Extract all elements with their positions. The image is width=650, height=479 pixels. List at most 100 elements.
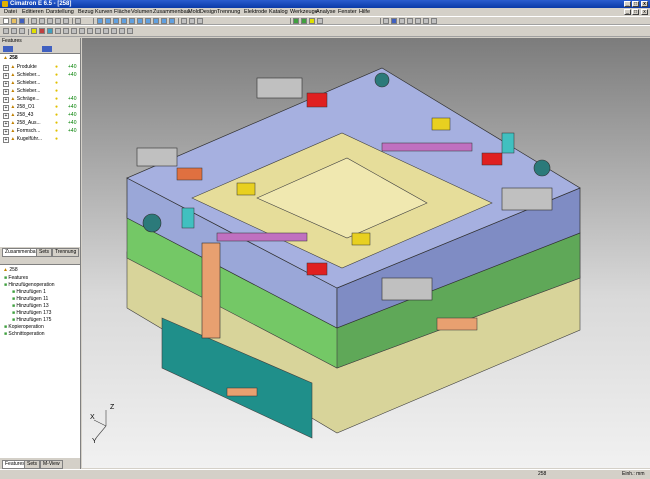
view-fit-icon[interactable] xyxy=(97,18,103,24)
help-icon[interactable] xyxy=(75,18,81,24)
feature-item[interactable]: + ▲ 258_O1 ● +40 xyxy=(3,103,76,111)
minimize-button[interactable]: _ xyxy=(624,1,631,7)
feature-label: 258_43 xyxy=(16,112,34,118)
table-icon[interactable] xyxy=(383,18,389,24)
save-icon[interactable] xyxy=(19,18,25,24)
feature-item[interactable]: + ▲ Schieber... ● +40 xyxy=(3,71,76,79)
menu-darstellung[interactable]: Darstellung xyxy=(46,8,74,16)
feature-item[interactable]: + ▲ Kugelführ... ● xyxy=(3,135,58,143)
view-front-icon[interactable] xyxy=(129,18,135,24)
doc-close-button[interactable]: x xyxy=(641,9,648,15)
tree-root[interactable]: ▲ 258 xyxy=(3,266,18,274)
open-file-icon[interactable] xyxy=(11,18,17,24)
expand-icon[interactable]: + xyxy=(3,137,9,143)
part-icon: ▲ xyxy=(10,104,16,110)
menu-analyse[interactable]: Analyse xyxy=(316,8,336,16)
menu-hilfe[interactable]: Hilfe xyxy=(359,8,370,16)
feature-item[interactable]: + ▲ Schieber... ● xyxy=(3,87,58,95)
snap-icon[interactable] xyxy=(301,18,307,24)
runner-icon[interactable] xyxy=(103,28,109,34)
menu-elektrode[interactable]: Elektrode xyxy=(244,8,267,16)
view-pan-icon[interactable] xyxy=(113,18,119,24)
features-tabs: Zusammenbau Sets Trennung xyxy=(0,247,80,257)
view-zoom-icon[interactable] xyxy=(105,18,111,24)
view-rotate-icon[interactable] xyxy=(121,18,127,24)
tab-sets-2[interactable]: Sets xyxy=(24,460,41,469)
cut-icon[interactable] xyxy=(31,18,37,24)
catalog-icon[interactable] xyxy=(119,28,125,34)
menu-flaeche[interactable]: Fläche xyxy=(114,8,131,16)
mold-tool-icon[interactable] xyxy=(31,28,37,34)
color-icon[interactable] xyxy=(391,18,397,24)
feature-item[interactable]: + ▲ Schräge... ● +40 xyxy=(3,95,76,103)
view-wire-icon[interactable] xyxy=(169,18,175,24)
feature-item[interactable]: + ▲ Schieber... ● xyxy=(3,79,58,87)
cooling-icon[interactable] xyxy=(47,28,53,34)
feature-item[interactable]: + ▲ 258_43 ● +40 xyxy=(3,111,76,119)
plate-icon[interactable] xyxy=(71,28,77,34)
bolt-icon[interactable] xyxy=(79,28,85,34)
features-root[interactable]: ▲ 258 xyxy=(3,54,18,62)
doc-minimize-button[interactable]: _ xyxy=(624,9,631,15)
menu-kurven[interactable]: Kurven xyxy=(95,8,112,16)
menu-zusammenbau[interactable]: Zusammenbau xyxy=(153,8,190,16)
menu-molddesign[interactable]: MoldDesign xyxy=(188,8,217,16)
slider-icon[interactable] xyxy=(55,28,61,34)
menu-trennung[interactable]: Trennung xyxy=(217,8,240,16)
tree-item[interactable]: ■ Schnittoperation xyxy=(4,330,45,338)
feature-item[interactable]: + ▲ Produkte ● +40 xyxy=(3,63,76,71)
feature-item[interactable]: + ▲ Formsch... ● +40 xyxy=(3,127,76,135)
view-iso-icon[interactable] xyxy=(153,18,159,24)
render-icon[interactable] xyxy=(399,18,405,24)
view-top-icon[interactable] xyxy=(137,18,143,24)
ejector-icon[interactable] xyxy=(39,28,45,34)
view-shade-icon[interactable] xyxy=(161,18,167,24)
forward-arrow-icon[interactable] xyxy=(42,46,52,52)
show-icon[interactable] xyxy=(431,18,437,24)
menu-datei[interactable]: Datei xyxy=(4,8,17,16)
dim-icon[interactable] xyxy=(3,28,9,34)
maximize-button[interactable]: □ xyxy=(632,1,639,7)
explode-icon[interactable] xyxy=(415,18,421,24)
library-icon[interactable] xyxy=(127,28,133,34)
insert-icon[interactable] xyxy=(63,28,69,34)
menu-volumen[interactable]: Volumen xyxy=(131,8,152,16)
redo-icon[interactable] xyxy=(63,18,69,24)
select-icon[interactable] xyxy=(197,18,203,24)
tab-trennung[interactable]: Trennung xyxy=(52,248,80,257)
sprue-icon[interactable] xyxy=(111,28,117,34)
pin-icon[interactable] xyxy=(87,28,93,34)
graphics-viewport[interactable]: Z X Y xyxy=(82,38,650,468)
back-arrow-icon[interactable] xyxy=(3,46,13,52)
tree-label: Schnittoperation xyxy=(8,331,45,337)
grid-icon[interactable] xyxy=(293,18,299,24)
part-icon: ▲ xyxy=(10,64,16,70)
view-side-icon[interactable] xyxy=(145,18,151,24)
sketch-icon[interactable] xyxy=(19,28,25,34)
filter-icon[interactable] xyxy=(189,18,195,24)
features-root-label: 258 xyxy=(9,55,18,61)
menu-editieren[interactable]: Editieren xyxy=(22,8,44,16)
feature-item[interactable]: + ▲ 258_Aus... ● +40 xyxy=(3,119,76,127)
copy-icon[interactable] xyxy=(39,18,45,24)
new-file-icon[interactable] xyxy=(3,18,9,24)
undo-icon[interactable] xyxy=(55,18,61,24)
layer-icon[interactable] xyxy=(181,18,187,24)
guide-hole-3 xyxy=(374,72,390,88)
close-button[interactable]: x xyxy=(641,1,648,7)
menu-werkzeuge[interactable]: Werkzeuge xyxy=(290,8,318,16)
paste-icon[interactable] xyxy=(47,18,53,24)
menu-katalog[interactable]: Katalog xyxy=(269,8,288,16)
tab-sets[interactable]: Sets xyxy=(36,248,53,257)
light-icon[interactable] xyxy=(309,18,315,24)
section-icon[interactable] xyxy=(407,18,413,24)
doc-restore-button[interactable]: □ xyxy=(632,9,639,15)
menu-fenster[interactable]: Fenster xyxy=(338,8,357,16)
tab-mview[interactable]: M-View xyxy=(40,460,63,469)
hide-icon[interactable] xyxy=(423,18,429,24)
measure-icon[interactable] xyxy=(317,18,323,24)
menu-bezug[interactable]: Bezug xyxy=(78,8,94,16)
text-icon[interactable] xyxy=(11,28,17,34)
bulb-icon: ● xyxy=(55,120,59,126)
gate-icon[interactable] xyxy=(95,28,101,34)
